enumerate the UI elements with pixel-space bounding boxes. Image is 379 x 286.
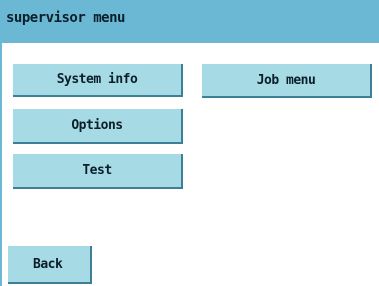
options-button[interactable]: Options	[13, 109, 183, 144]
system-info-label: System info	[56, 72, 138, 87]
back-label: Back	[33, 256, 63, 272]
page-title: supervisor menu	[6, 10, 125, 26]
job-menu-label: Job menu	[256, 72, 316, 88]
system-info-button[interactable]: System info	[13, 64, 183, 97]
job-menu-button[interactable]: Job menu	[202, 64, 372, 98]
test-label: Test	[82, 163, 112, 178]
options-label: Options	[71, 118, 123, 133]
left-edge-border	[0, 43, 2, 286]
test-button[interactable]: Test	[13, 154, 183, 189]
back-button[interactable]: Back	[8, 246, 92, 284]
title-bar: supervisor menu	[0, 0, 379, 43]
